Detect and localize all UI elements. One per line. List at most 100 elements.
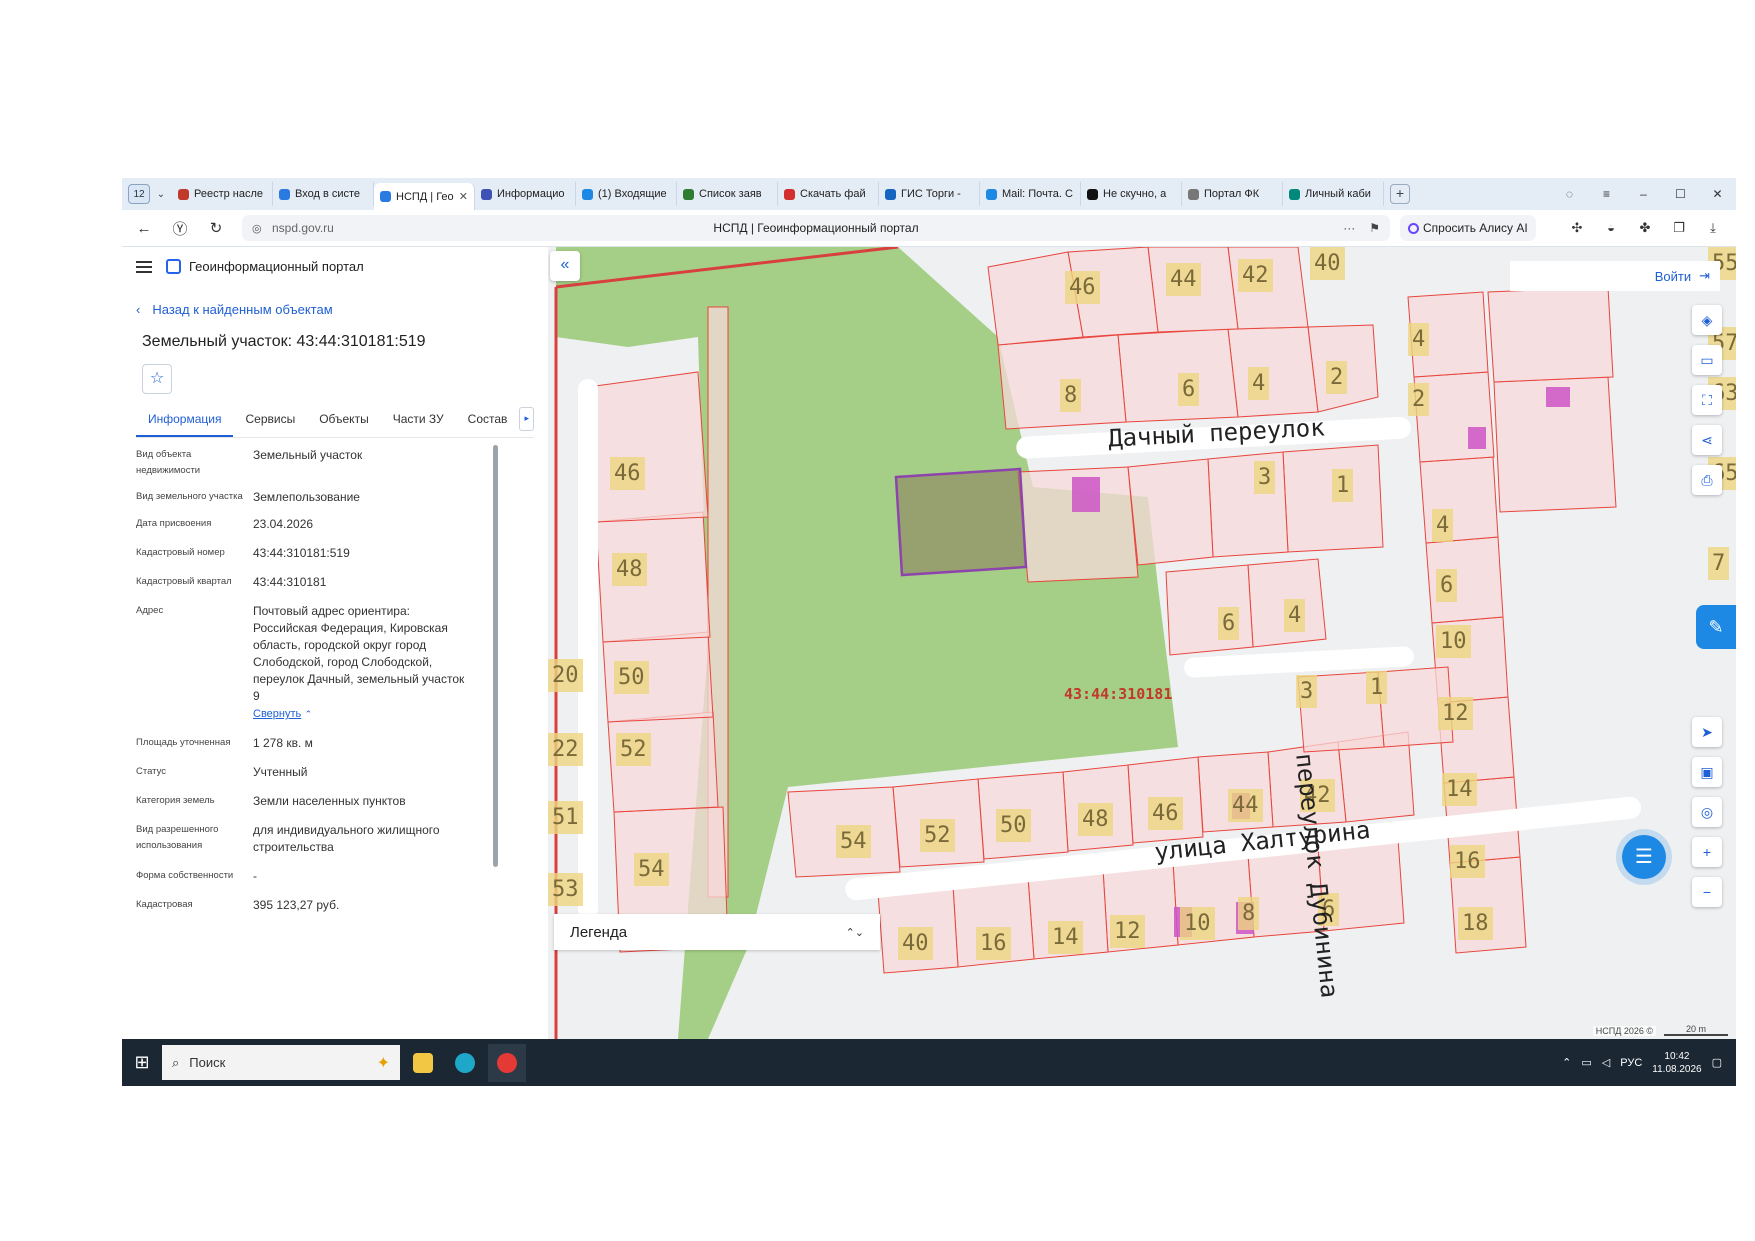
tab-counter[interactable]: 12 — [128, 184, 150, 204]
file-explorer-icon[interactable] — [404, 1044, 442, 1082]
more-dots-icon[interactable]: ··· — [1343, 221, 1355, 235]
browser-tab[interactable]: Вход в систе — [273, 182, 374, 206]
property-row: Категория земель Земли населенных пункто… — [136, 793, 492, 810]
tab-favicon-icon — [279, 188, 290, 200]
screen: 12 ⌄ Реестр насле Вход в систе НСПД | Гео ✕… — [122, 178, 1736, 1086]
windows-start-icon[interactable]: ⊞ — [122, 1052, 162, 1073]
assistant-side-button[interactable]: ✎ — [1696, 605, 1736, 649]
browser-tab[interactable]: Список заяв — [677, 182, 778, 206]
ask-alisa-button[interactable]: Спросить Алису AI — [1400, 215, 1536, 241]
back-arrow-icon[interactable]: ← — [126, 220, 162, 237]
parcel-number-label: 46 — [610, 457, 645, 490]
maximize-button[interactable]: ☐ — [1662, 187, 1699, 201]
quarter-label[interactable]: 43:44:310181 — [1064, 685, 1172, 703]
minimap-icon[interactable]: ▣ — [1692, 757, 1722, 787]
parcel-number-label: 2 — [1326, 361, 1348, 394]
tabs-menu-chevron-icon[interactable]: ⌄ — [150, 189, 172, 200]
tab-composition[interactable]: Состав — [456, 407, 520, 435]
parcel[interactable] — [1487, 286, 1614, 383]
tab-information[interactable]: Информация — [136, 407, 234, 437]
edge-icon[interactable] — [446, 1044, 484, 1082]
tab-objects[interactable]: Объекты — [307, 407, 381, 435]
selected-parcel[interactable] — [894, 467, 1028, 577]
close-window-button[interactable]: ✕ — [1699, 187, 1736, 201]
notifications-icon[interactable]: ▢ — [1712, 1056, 1722, 1069]
parcel[interactable] — [1207, 451, 1289, 558]
chevron-left-icon: ‹ — [136, 302, 141, 317]
geo-icon[interactable]: ◎ — [1692, 797, 1722, 827]
login-label: Войти — [1654, 268, 1692, 284]
parcel-number-label: 42 — [1238, 259, 1273, 292]
tab-label: Mail: Почта. С — [1002, 188, 1073, 200]
clock[interactable]: 10:42 11.08.2026 — [1652, 1050, 1701, 1076]
parcel[interactable] — [1165, 564, 1254, 656]
parcel-number-label: 44 — [1166, 263, 1201, 296]
browser-tab[interactable]: Не скучно, а — [1081, 182, 1182, 206]
new-tab-button[interactable]: + — [1390, 184, 1410, 204]
extensions-icon[interactable]: ✤ — [1628, 220, 1662, 236]
layers-icon[interactable]: ◈ — [1692, 305, 1722, 335]
collapse-panel-button[interactable]: « — [550, 251, 580, 281]
panel-scrollbar[interactable] — [493, 445, 498, 867]
taskbar-search[interactable]: ⌕ Поиск ✦ — [162, 1045, 400, 1080]
collapse-address-link[interactable]: Свернуть — [253, 708, 301, 720]
yandex-browser-icon[interactable] — [488, 1043, 526, 1082]
close-tab-icon[interactable]: ✕ — [459, 190, 468, 203]
share-icon[interactable]: ⋖ — [1692, 425, 1722, 455]
reload-icon[interactable]: ↻ — [198, 219, 234, 237]
browser-tabbar: 12 ⌄ Реестр насле Вход в систе НСПД | Гео ✕… — [122, 178, 1736, 210]
browser-tab[interactable]: Информацио — [475, 182, 576, 206]
collections-icon[interactable]: ❐ — [1662, 220, 1696, 236]
print-icon[interactable]: ⎙ — [1692, 465, 1722, 495]
parcel-number-label: 51 — [548, 801, 583, 834]
property-row: Дата присвоения 23.04.2026 — [136, 516, 492, 533]
back-to-results-link[interactable]: ‹ Назад к найденным объектам — [136, 302, 333, 317]
parcel[interactable] — [1127, 458, 1214, 566]
hamburger-menu-icon[interactable] — [136, 260, 152, 273]
protect-icon[interactable]: ◒ — [1594, 220, 1628, 236]
select-area-icon[interactable]: ⛶ — [1692, 385, 1722, 415]
bookmark-icon[interactable]: ⚑ — [1369, 221, 1380, 235]
property-value: 395 123,27 руб. — [253, 898, 340, 912]
legend-dropdown[interactable]: Легенда ⌃⌄ — [554, 914, 880, 950]
profile-icon[interactable]: ◌ — [1551, 187, 1588, 201]
browser-tab[interactable]: Скачать фай — [778, 182, 879, 206]
tools-icon[interactable]: ✣ — [1560, 220, 1594, 236]
browser-addressbar: ← Ⓨ ↻ ◎ nspd.gov.ru НСПД | Геоинформацио… — [122, 210, 1736, 247]
browser-tab[interactable]: Реестр насле — [172, 182, 273, 206]
parcel[interactable] — [587, 371, 709, 523]
map-zoom-tools: ➤ ▣ ◎ + − — [1692, 717, 1722, 907]
browser-tab[interactable]: Личный каби — [1283, 182, 1384, 206]
browser-tab[interactable]: ГИС Торги - — [879, 182, 980, 206]
cadastral-map[interactable]: 46 44 42 40 8 6 4 2 3 1 6 4 3 1 46 48 50 52 54 54 52 50 48 46 44… — [548, 247, 1736, 1039]
language-indicator[interactable]: РУС — [1620, 1057, 1642, 1069]
tray-chevron-icon[interactable]: ⌃ — [1562, 1056, 1571, 1069]
volume-icon[interactable]: ◁ — [1602, 1056, 1610, 1069]
zoom-in-button[interactable]: + — [1692, 837, 1722, 867]
chevron-up-icon[interactable]: ⌃ — [305, 709, 313, 719]
browser-tab[interactable]: (1) Входящие — [576, 182, 677, 206]
minimize-button[interactable]: – — [1625, 187, 1662, 201]
tab-services[interactable]: Сервисы — [233, 407, 307, 435]
locate-icon[interactable]: ➤ — [1692, 717, 1722, 747]
property-row: Кадастровый номер 43:44:310181:519 — [136, 545, 492, 562]
browser-tab[interactable]: Mail: Почта. С — [980, 182, 1081, 206]
zoom-out-button[interactable]: − — [1692, 877, 1722, 907]
menu-icon[interactable]: ≡ — [1588, 187, 1625, 201]
downloads-icon[interactable]: ⤓ — [1696, 220, 1730, 236]
chat-button[interactable]: ☰ — [1622, 835, 1666, 879]
tab-parts[interactable]: Части ЗУ — [381, 407, 456, 435]
favorite-star-icon[interactable]: ☆ — [142, 364, 172, 394]
ruler-icon[interactable]: ▭ — [1692, 345, 1722, 375]
tabs-scroll-right-icon[interactable]: ▸ — [519, 407, 534, 431]
browser-tab[interactable]: Портал ФК — [1182, 182, 1283, 206]
network-icon[interactable]: ▭ — [1581, 1056, 1591, 1069]
parcel[interactable] — [1227, 326, 1319, 418]
url-bar[interactable]: ◎ nspd.gov.ru НСПД | Геоинформационный п… — [242, 215, 1390, 241]
ask-alisa-label: Спросить Алису AI — [1423, 221, 1528, 235]
login-button[interactable]: Войти ⇥ — [1510, 261, 1720, 291]
parcel-number-label: 18 — [1458, 907, 1493, 940]
yandex-home-icon[interactable]: Ⓨ — [162, 218, 198, 239]
browser-tab[interactable]: НСПД | Гео ✕ — [374, 183, 475, 210]
parcel-number-label: 54 — [836, 825, 871, 858]
